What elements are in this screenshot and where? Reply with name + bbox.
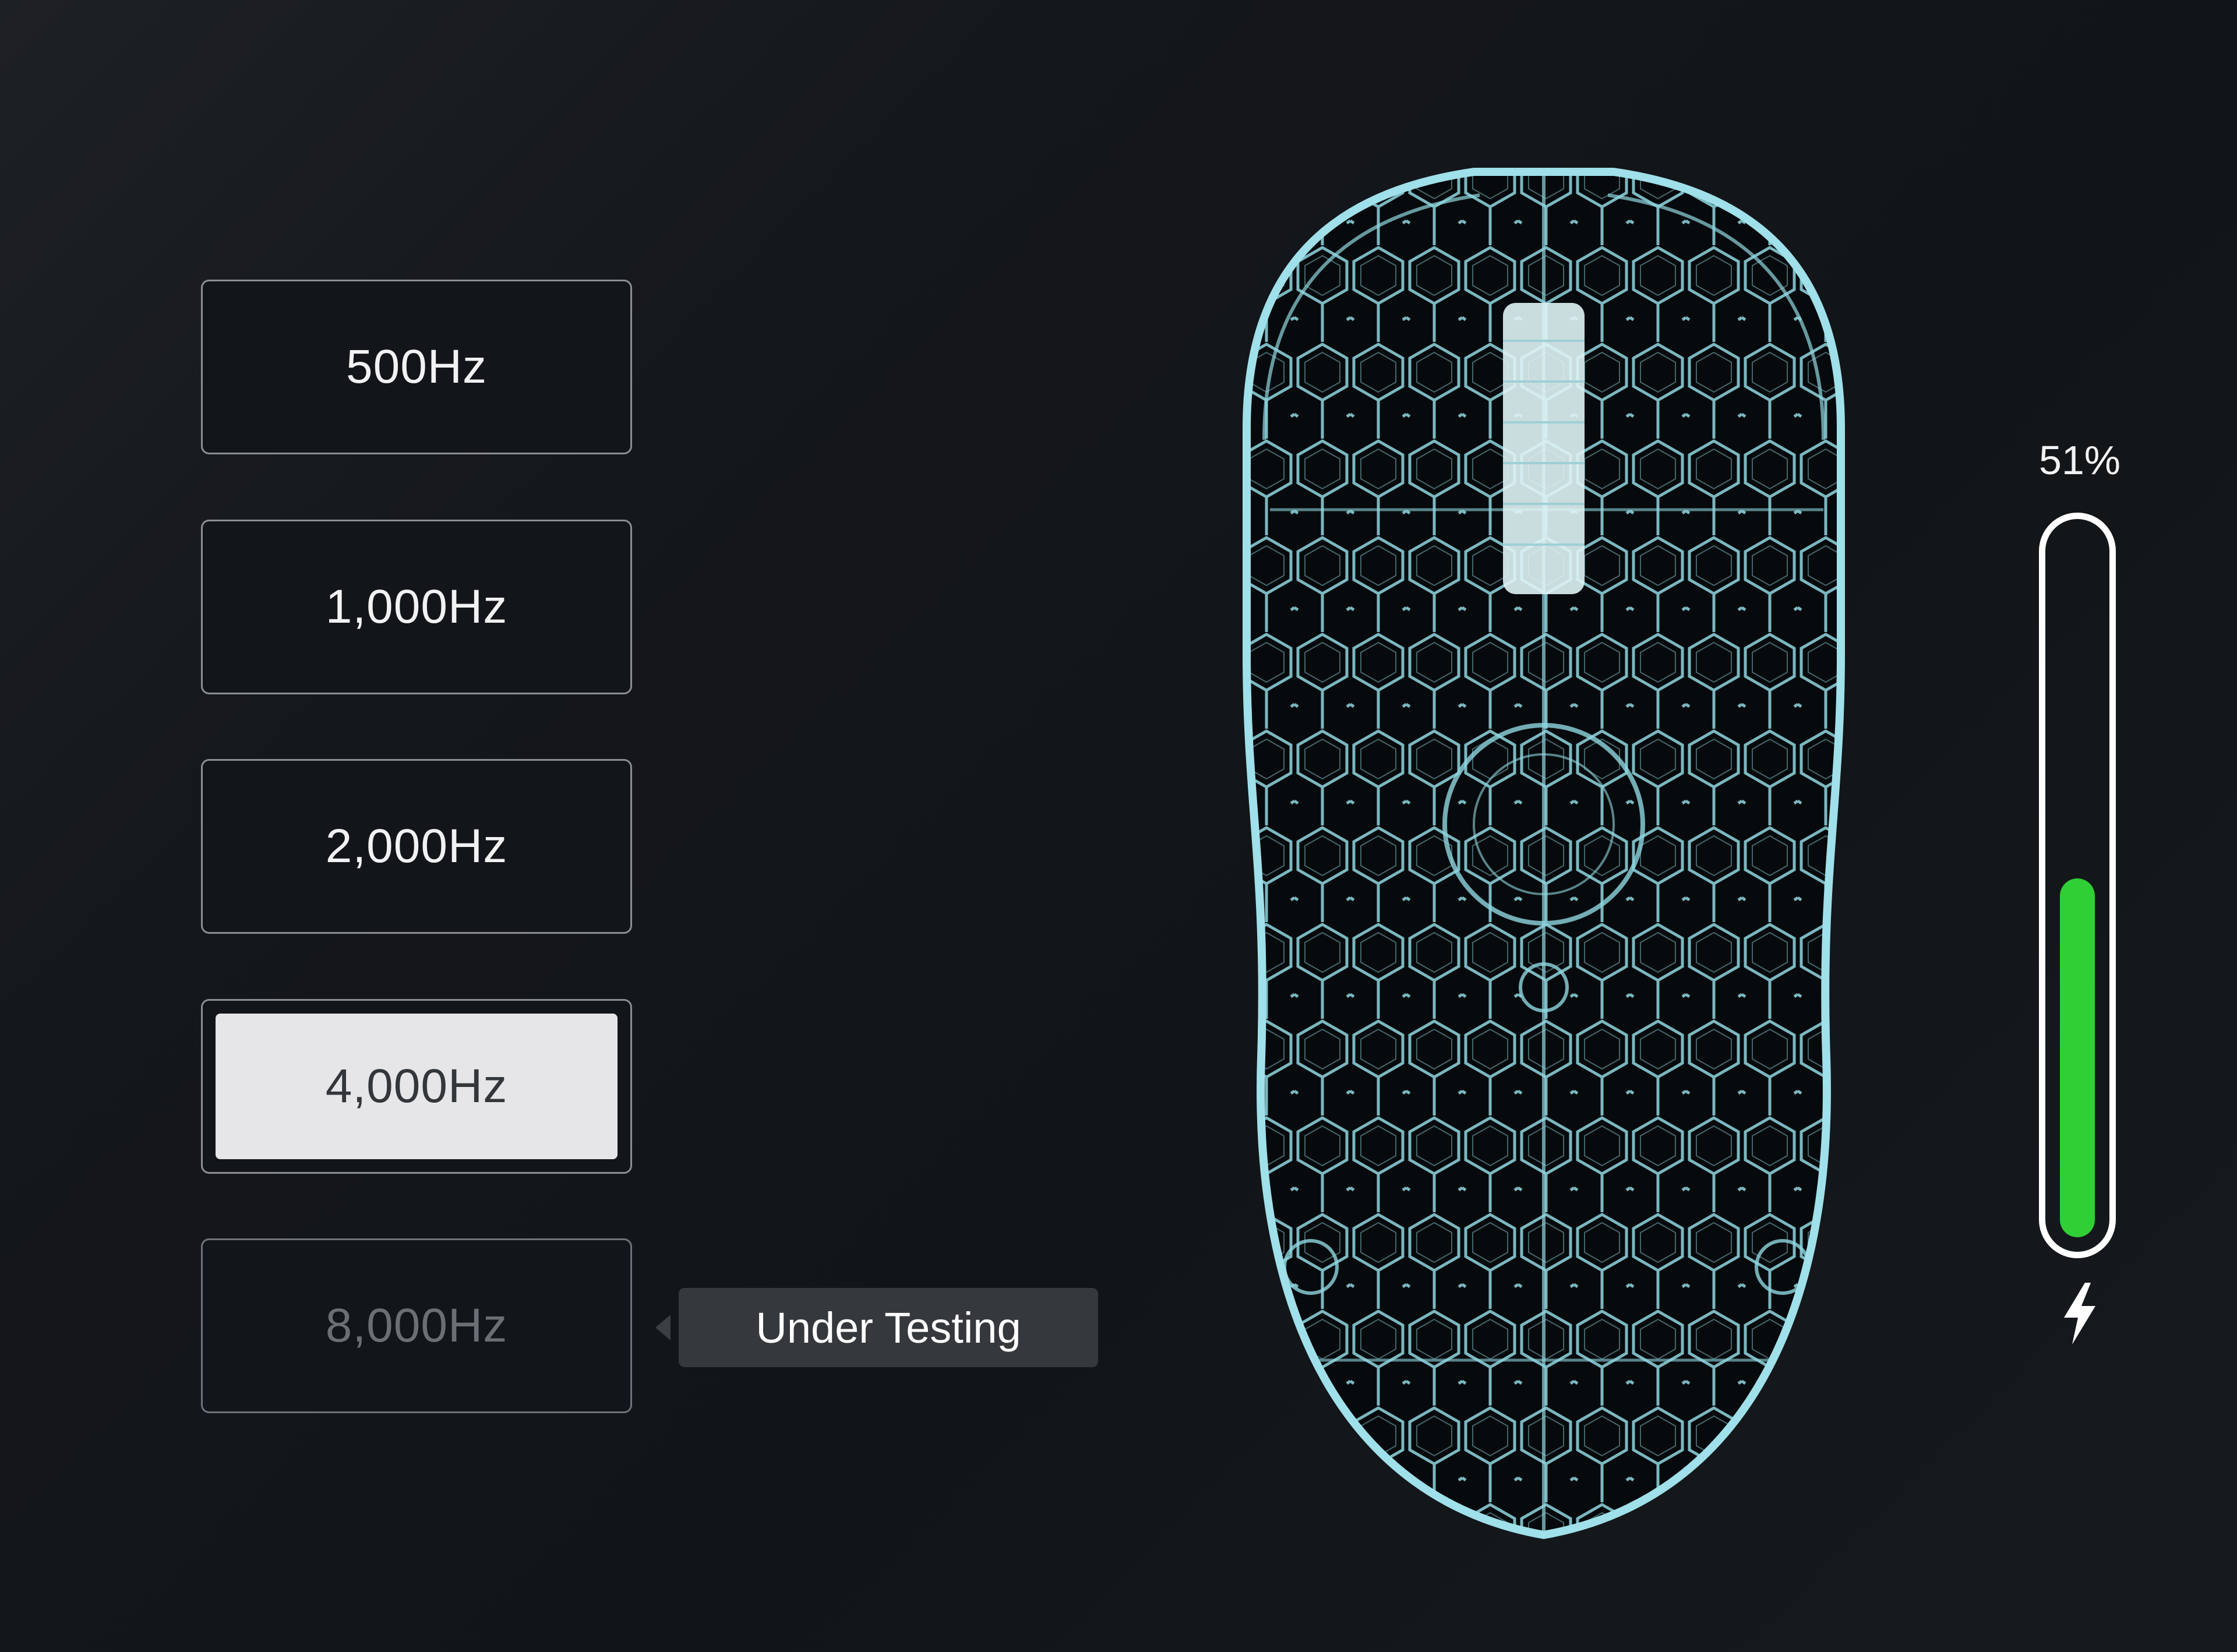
mouse-xray-image bbox=[1183, 149, 1905, 1547]
polling-rate-label: 1,000Hz bbox=[325, 580, 508, 633]
tooltip-box: Under Testing bbox=[679, 1288, 1098, 1367]
polling-rate-4000-button[interactable]: 4,000Hz bbox=[201, 999, 632, 1174]
battery-indicator bbox=[2039, 513, 2116, 1258]
battery-level-fill bbox=[2060, 878, 2095, 1237]
polling-rate-label: 8,000Hz bbox=[325, 1299, 508, 1352]
under-testing-tooltip: Under Testing bbox=[655, 1288, 1098, 1367]
polling-rate-2000-button[interactable]: 2,000Hz bbox=[201, 759, 632, 934]
polling-rate-500-button[interactable]: 500Hz bbox=[201, 280, 632, 454]
battery-percentage: 51% bbox=[2038, 437, 2121, 483]
charging-bolt-icon bbox=[2059, 1282, 2100, 1346]
tooltip-arrow bbox=[655, 1315, 671, 1340]
polling-rate-label: 500Hz bbox=[345, 340, 488, 393]
polling-rate-8000-button[interactable]: 8,000Hz bbox=[201, 1238, 632, 1413]
polling-rate-1000-button[interactable]: 1,000Hz bbox=[201, 520, 632, 694]
polling-rate-label: 2,000Hz bbox=[325, 820, 508, 873]
polling-rate-label: 4,000Hz bbox=[325, 1060, 508, 1113]
tooltip-text: Under Testing bbox=[756, 1303, 1021, 1352]
